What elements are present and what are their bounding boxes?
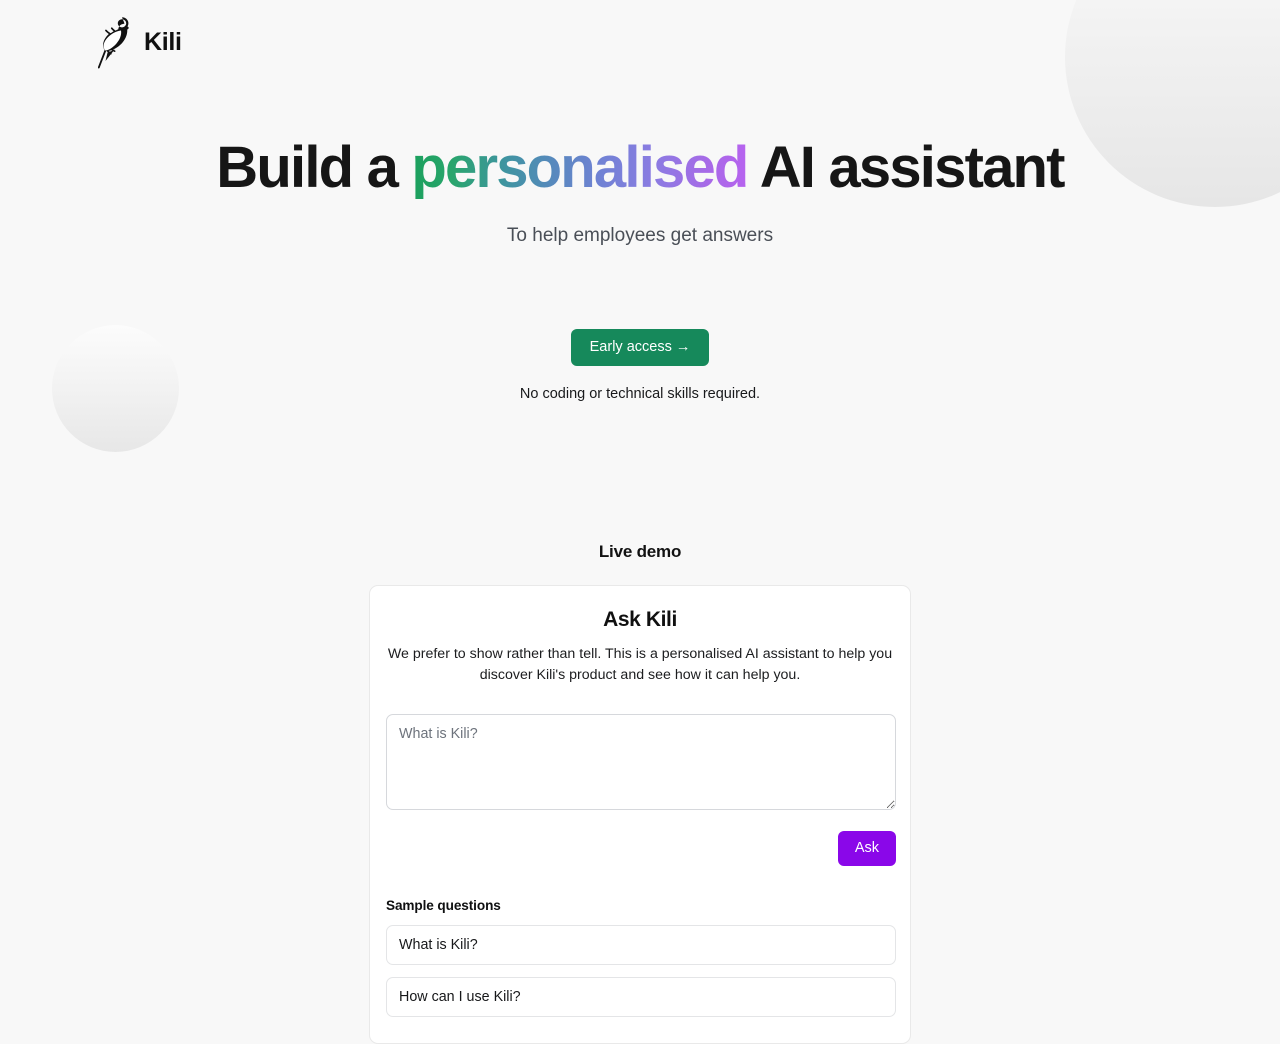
cta-note: No coding or technical skills required. xyxy=(519,386,761,403)
live-demo-section: Live demo Ask Kili We prefer to show rat… xyxy=(0,402,1280,1044)
page-root: Kili Build a personalised AI assistant T… xyxy=(0,0,1280,1044)
title-part-1: Build a xyxy=(216,135,412,200)
early-access-button[interactable]: Early access → xyxy=(570,328,710,367)
ask-kili-title: Ask Kili xyxy=(603,608,677,632)
sample-question-2[interactable]: How can I use Kili? xyxy=(386,977,896,1018)
ask-kili-card: Ask Kili We prefer to show rather than t… xyxy=(369,585,911,1044)
question-input[interactable] xyxy=(386,713,896,810)
cta-section: Early access → No coding or technical sk… xyxy=(0,247,1280,403)
page-title: Build a personalised AI assistant xyxy=(0,135,1280,200)
brand-name: Kili xyxy=(144,27,182,56)
parrot-bird-icon xyxy=(98,14,132,70)
sample-questions-label: Sample questions xyxy=(386,898,501,914)
title-highlight-word: personalised xyxy=(411,135,749,200)
hero-section: Build a personalised AI assistant To hel… xyxy=(0,70,1280,247)
ask-button[interactable]: Ask xyxy=(837,830,896,867)
hero-subtitle: To help employees get answers xyxy=(506,224,774,246)
ask-button-row: Ask xyxy=(386,830,896,867)
live-demo-heading: Live demo xyxy=(598,542,682,562)
title-part-2: AI assistant xyxy=(747,135,1066,200)
sample-question-1[interactable]: What is Kili? xyxy=(386,925,896,966)
site-header: Kili xyxy=(0,0,1280,70)
ask-kili-description: We prefer to show rather than tell. This… xyxy=(387,646,893,683)
